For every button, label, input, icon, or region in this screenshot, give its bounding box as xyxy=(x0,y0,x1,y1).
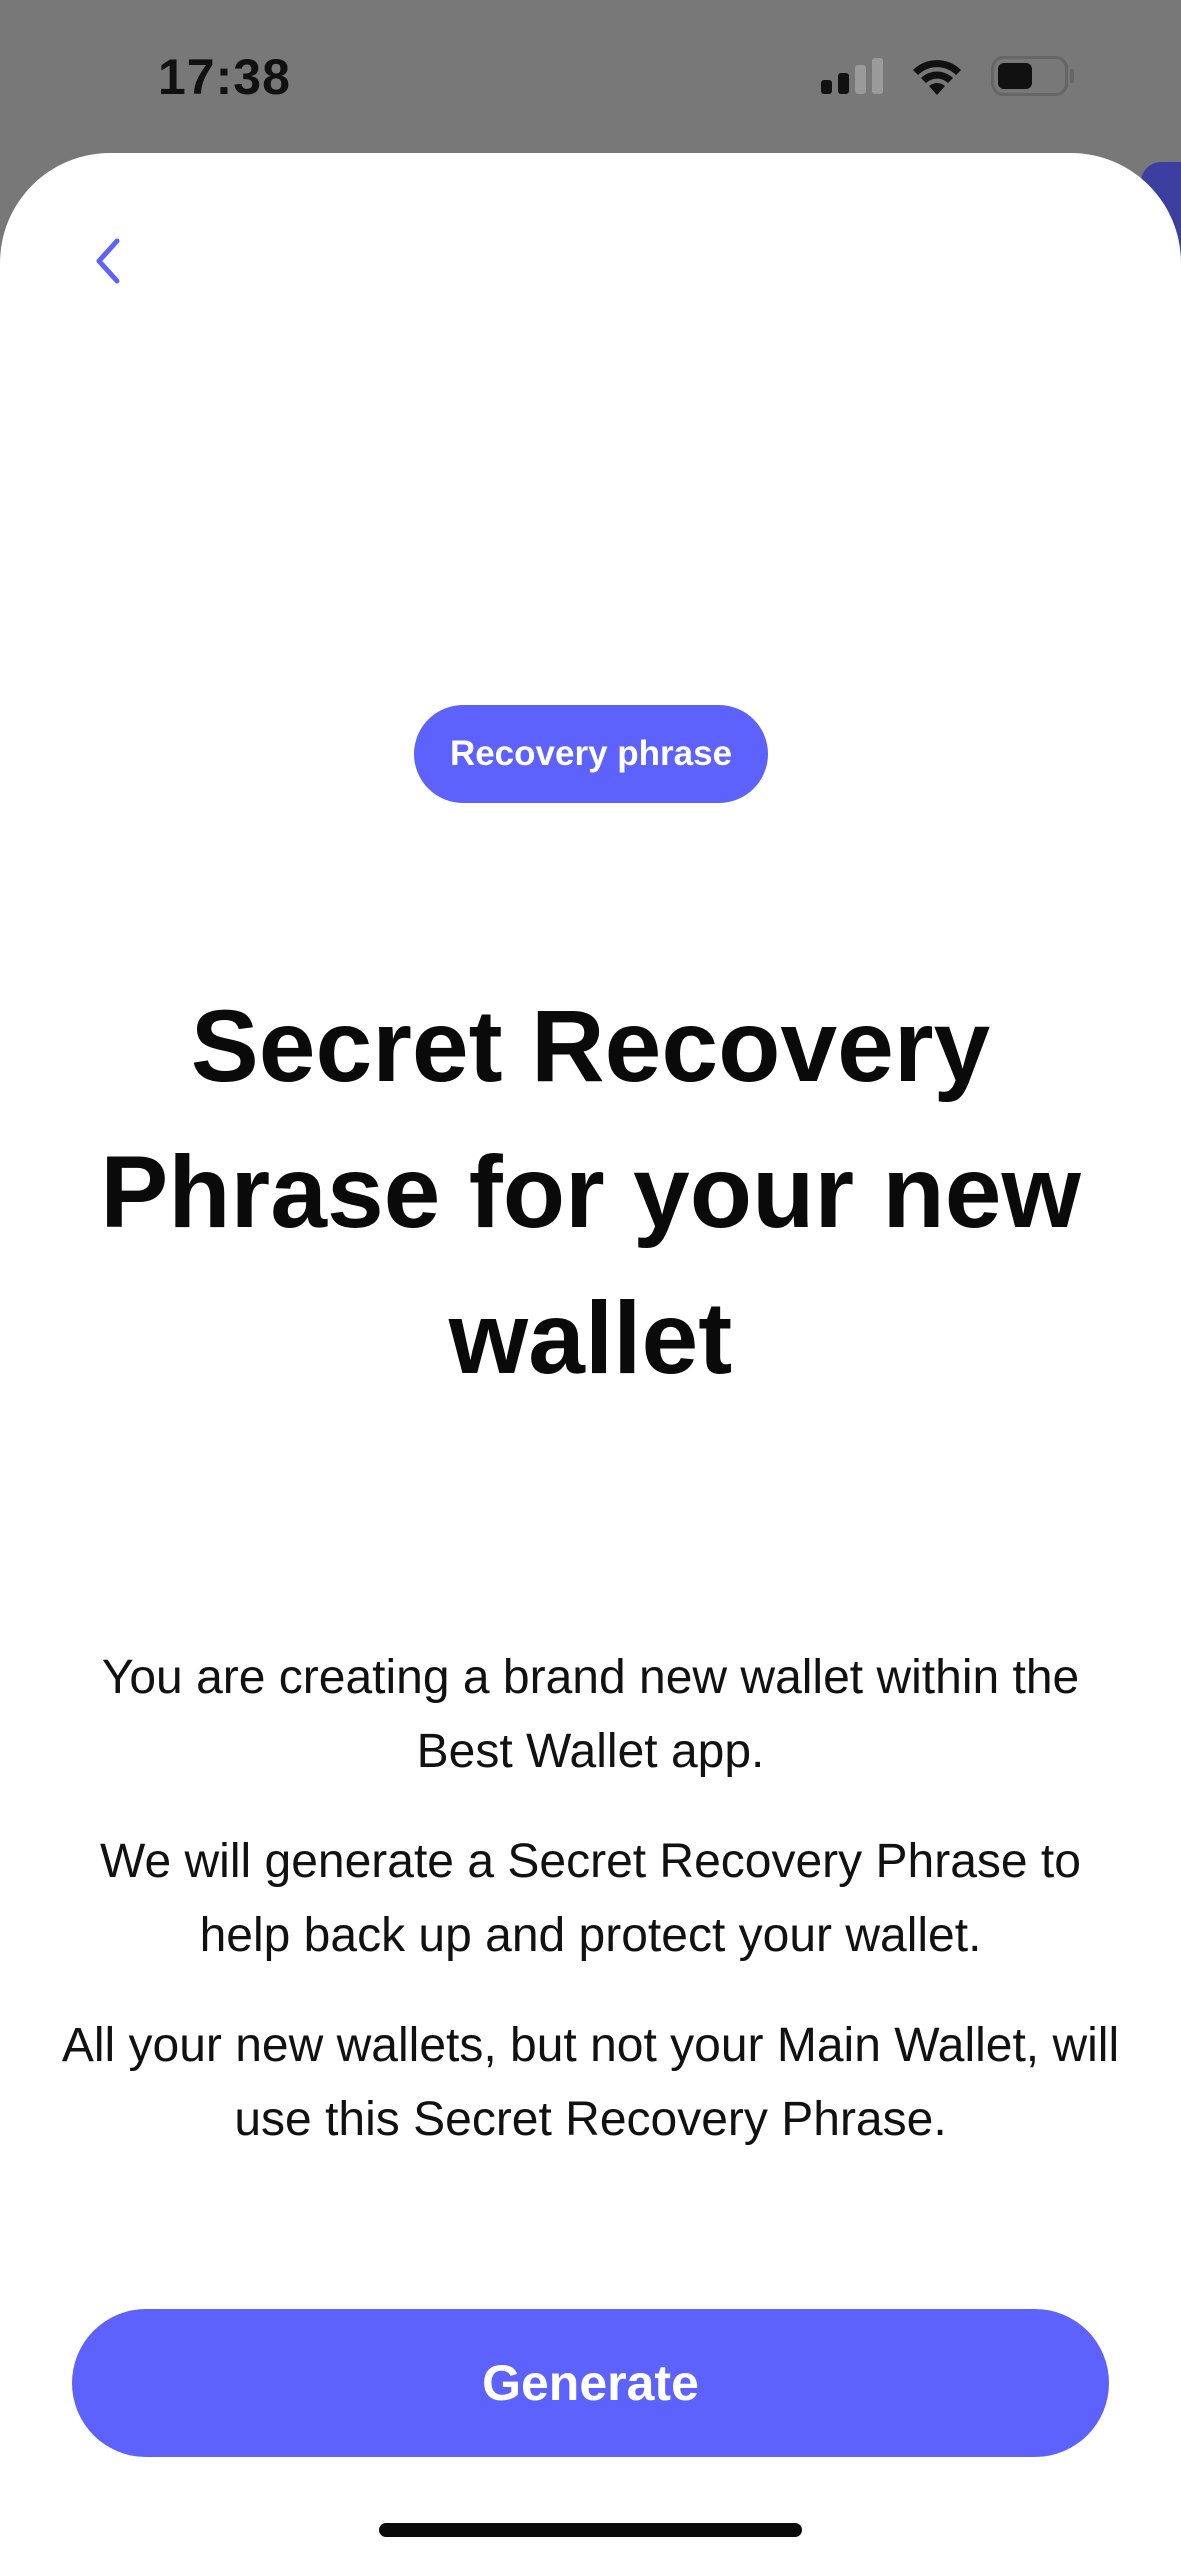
back-button[interactable] xyxy=(78,226,138,296)
status-icons xyxy=(821,56,1075,96)
generate-button-label: Generate xyxy=(482,2355,699,2411)
description: You are creating a brand new wallet with… xyxy=(60,1641,1121,2193)
wifi-icon xyxy=(913,60,961,95)
page-title: Secret Recovery Phrase for your new wall… xyxy=(100,989,1081,1395)
generate-button[interactable]: Generate xyxy=(72,2309,1109,2457)
battery-icon xyxy=(991,56,1074,96)
signal-icon xyxy=(821,58,883,94)
status-bar: 17:38 xyxy=(0,0,1181,150)
home-indicator xyxy=(379,2523,802,2537)
description-paragraph: All your new wallets, but not your Main … xyxy=(61,2019,1120,2146)
recovery-phrase-badge: Recovery phrase xyxy=(414,705,768,803)
status-time: 17:38 xyxy=(158,49,291,105)
description-paragraph: We will generate a Secret Recovery Phras… xyxy=(100,1835,1081,1962)
recovery-phrase-badge-label: Recovery phrase xyxy=(449,734,733,773)
description-paragraph: You are creating a brand new wallet with… xyxy=(101,1651,1080,1778)
screen: 17:38 Recovery phrase Secret Recovery Ph… xyxy=(0,0,1181,2560)
chevron-left-icon xyxy=(96,238,120,284)
modal-sheet: Recovery phrase Secret Recovery Phrase f… xyxy=(0,153,1181,2560)
